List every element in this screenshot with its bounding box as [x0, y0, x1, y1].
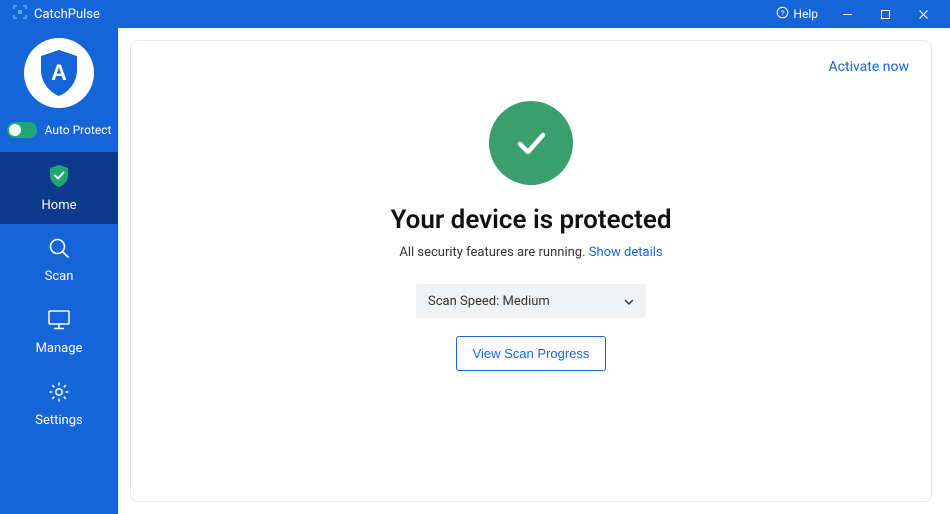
- check-icon: [508, 120, 554, 166]
- sidebar-item-label: Scan: [45, 269, 74, 284]
- status-subtitle: All security features are running. Show …: [399, 245, 662, 260]
- sidebar-item-label: Manage: [36, 341, 83, 356]
- titlebar: CatchPulse ? Help: [0, 0, 950, 28]
- status-badge: [489, 101, 573, 185]
- maximize-button[interactable]: [866, 0, 904, 28]
- auto-protect-toggle[interactable]: [7, 122, 37, 138]
- show-details-link[interactable]: Show details: [589, 245, 663, 260]
- monitor-icon: [47, 309, 71, 335]
- close-button[interactable]: [904, 0, 942, 28]
- scan-speed-select[interactable]: Scan Speed: Medium: [416, 284, 646, 318]
- content-area: Activate now Your device is protected Al…: [118, 28, 950, 514]
- status-title: Your device is protected: [390, 205, 671, 235]
- chevron-down-icon: [624, 294, 634, 309]
- nav: Home Scan: [0, 152, 118, 440]
- view-scan-progress-button[interactable]: View Scan Progress: [456, 336, 607, 371]
- scan-speed-label: Scan Speed: Medium: [428, 294, 550, 309]
- auto-protect-row: Auto Protect: [7, 122, 112, 138]
- minimize-button[interactable]: [828, 0, 866, 28]
- app-title: CatchPulse: [34, 7, 100, 22]
- titlebar-left: CatchPulse: [12, 4, 100, 24]
- shield-check-icon: [48, 164, 70, 192]
- sidebar-item-scan[interactable]: Scan: [0, 224, 118, 296]
- app-window: CatchPulse ? Help: [0, 0, 950, 514]
- app-logo-icon: [12, 4, 28, 24]
- auto-protect-label: Auto Protect: [45, 123, 112, 137]
- brand-badge: A: [24, 38, 94, 108]
- sidebar-item-label: Settings: [35, 413, 82, 428]
- search-icon: [48, 237, 70, 263]
- sidebar-item-settings[interactable]: Settings: [0, 368, 118, 440]
- status-subtitle-text: All security features are running.: [399, 245, 588, 260]
- svg-text:A: A: [51, 60, 67, 85]
- activate-link[interactable]: Activate now: [829, 59, 909, 75]
- gear-icon: [48, 381, 70, 407]
- sidebar: A Auto Protect Home: [0, 28, 118, 514]
- help-icon: ?: [776, 6, 789, 22]
- titlebar-right: ? Help: [766, 0, 942, 28]
- sidebar-item-label: Home: [42, 198, 77, 213]
- sidebar-item-home[interactable]: Home: [0, 152, 118, 224]
- help-button[interactable]: ? Help: [766, 6, 828, 22]
- svg-text:?: ?: [781, 8, 785, 17]
- sidebar-item-manage[interactable]: Manage: [0, 296, 118, 368]
- toggle-knob: [9, 124, 21, 136]
- shield-a-icon: A: [37, 48, 81, 98]
- help-label: Help: [793, 7, 818, 21]
- status-card: Activate now Your device is protected Al…: [130, 40, 932, 502]
- window-body: A Auto Protect Home: [0, 28, 950, 514]
